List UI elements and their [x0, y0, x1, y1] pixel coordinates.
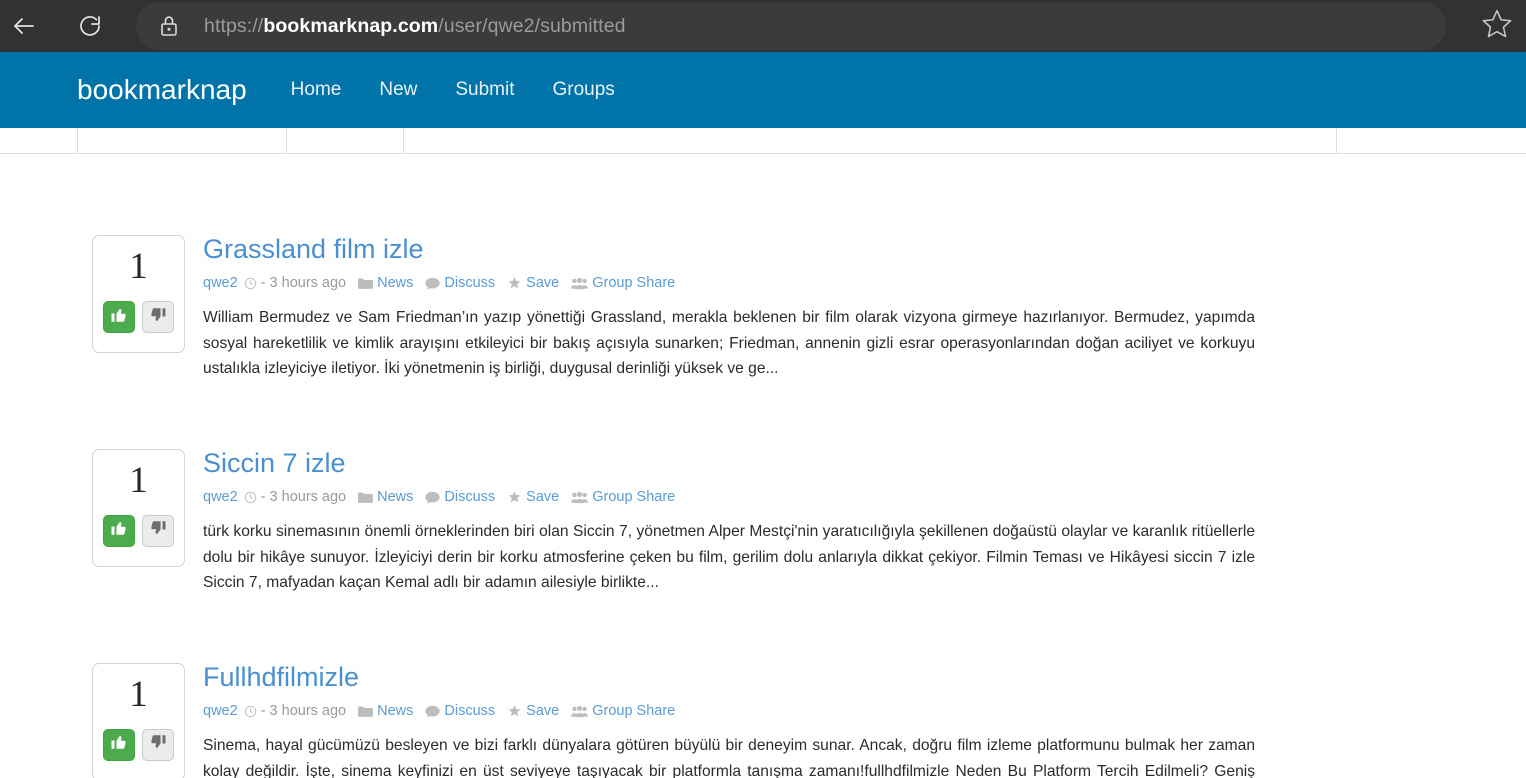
- vote-box: 1: [92, 662, 185, 778]
- star-outline-icon: [1480, 7, 1514, 46]
- star-icon: [507, 276, 522, 290]
- post-list: 1 Grassland film izle qwe2 - 3 hours ago…: [0, 128, 1526, 778]
- post-body: Sinema, hayal gücümüzü besleyen ve bizi …: [203, 737, 1255, 778]
- meta-time: - 3 hours ago: [260, 703, 347, 720]
- main-nav: Home New Submit Groups: [291, 79, 653, 101]
- comment-icon: [425, 491, 441, 504]
- group-users-icon: [571, 277, 589, 290]
- downvote-button[interactable]: [142, 728, 174, 761]
- folder-icon: [358, 705, 374, 718]
- vote-box: 1: [92, 448, 185, 567]
- comment-icon: [425, 277, 441, 290]
- lock-icon: [158, 13, 180, 39]
- thumb-down-icon: [149, 733, 167, 756]
- meta-time: - 3 hours ago: [260, 275, 347, 292]
- group-users-icon: [571, 491, 589, 504]
- group-users-icon: [571, 705, 589, 718]
- post-group-share-link[interactable]: Group Share: [592, 275, 675, 291]
- clock-icon: [244, 491, 257, 504]
- star-icon: [507, 704, 522, 718]
- folder-icon: [358, 277, 374, 290]
- downvote-button[interactable]: [142, 514, 174, 547]
- post-main: Siccin 7 izle qwe2 - 3 hours ago News Di…: [185, 448, 1486, 596]
- folder-icon: [358, 491, 374, 504]
- post-discuss-link[interactable]: Discuss: [444, 703, 495, 719]
- post-item: 1 Fullhdfilmizle qwe2 - 3 hours ago News…: [0, 662, 1526, 778]
- post-save-link[interactable]: Save: [526, 275, 559, 291]
- vote-buttons: [103, 728, 174, 761]
- nav-item-home[interactable]: Home: [291, 79, 342, 101]
- url-text: https://bookmarknap.com/user/qwe2/submit…: [204, 15, 626, 38]
- post-group-share-link[interactable]: Group Share: [592, 703, 675, 719]
- url-scheme: https://: [204, 14, 264, 37]
- upvote-button[interactable]: [103, 514, 135, 547]
- back-button[interactable]: [0, 0, 48, 52]
- post-main: Grassland film izle qwe2 - 3 hours ago N…: [185, 235, 1486, 382]
- vote-count: 1: [129, 673, 148, 715]
- clock-icon: [244, 705, 257, 718]
- brand-logo[interactable]: bookmarknap: [77, 76, 247, 104]
- downvote-button[interactable]: [142, 301, 174, 333]
- reload-icon: [75, 11, 105, 41]
- nav-item-new[interactable]: New: [379, 79, 417, 101]
- browser-chrome: https://bookmarknap.com/user/qwe2/submit…: [0, 0, 1526, 52]
- comment-icon: [425, 705, 441, 718]
- post-title-link[interactable]: Siccin 7 izle: [203, 448, 346, 477]
- upvote-button[interactable]: [103, 728, 135, 761]
- post-meta: qwe2 - 3 hours ago News Discuss Save Gro…: [203, 275, 1486, 291]
- page-content: bookmarknap Home New Submit Groups 1 Gra…: [0, 52, 1526, 778]
- post-author-link[interactable]: qwe2: [203, 703, 238, 719]
- post-meta: qwe2 - 3 hours ago News Discuss Save Gro…: [203, 489, 1486, 505]
- back-arrow-icon: [9, 11, 39, 41]
- post-author-link[interactable]: qwe2: [203, 275, 238, 291]
- thumb-up-icon: [110, 733, 128, 756]
- meta-time: - 3 hours ago: [260, 489, 347, 506]
- nav-item-groups[interactable]: Groups: [553, 79, 615, 101]
- thumb-down-icon: [149, 519, 167, 542]
- post-title-link[interactable]: Grassland film izle: [203, 235, 424, 264]
- post-category-link[interactable]: News: [377, 703, 413, 719]
- vote-buttons: [103, 301, 174, 333]
- upvote-button[interactable]: [103, 301, 135, 333]
- post-title-link[interactable]: Fullhdfilmizle: [203, 662, 359, 691]
- thumb-up-icon: [110, 519, 128, 542]
- url-path: /user/qwe2/submitted: [438, 14, 626, 37]
- site-header: bookmarknap Home New Submit Groups: [0, 52, 1526, 128]
- post-body: William Bermudez ve Sam Friedman’ın yazı…: [203, 309, 1255, 378]
- address-bar[interactable]: https://bookmarknap.com/user/qwe2/submit…: [136, 2, 1446, 50]
- thumb-up-icon: [110, 306, 128, 329]
- vote-count: 1: [129, 246, 148, 287]
- post-meta: qwe2 - 3 hours ago News Discuss Save Gro…: [203, 703, 1486, 719]
- url-host: bookmarknap.com: [263, 14, 439, 37]
- post-category-link[interactable]: News: [377, 275, 413, 291]
- vote-box: 1: [92, 235, 185, 353]
- post-category-link[interactable]: News: [377, 489, 413, 505]
- thumb-down-icon: [149, 306, 167, 329]
- nav-item-submit[interactable]: Submit: [455, 79, 514, 101]
- post-group-share-link[interactable]: Group Share: [592, 489, 675, 505]
- post-save-link[interactable]: Save: [526, 489, 559, 505]
- post-main: Fullhdfilmizle qwe2 - 3 hours ago News D…: [185, 662, 1486, 778]
- vote-buttons: [103, 514, 174, 547]
- post-discuss-link[interactable]: Discuss: [444, 275, 495, 291]
- post-discuss-link[interactable]: Discuss: [444, 489, 495, 505]
- reload-button[interactable]: [66, 0, 114, 52]
- star-icon: [507, 490, 522, 504]
- clock-icon: [244, 277, 257, 290]
- bookmark-star-button[interactable]: [1470, 0, 1524, 52]
- post-item: 1 Siccin 7 izle qwe2 - 3 hours ago News …: [0, 448, 1526, 596]
- post-body: türk korku sinemasının önemli örneklerin…: [203, 523, 1255, 592]
- post-author-link[interactable]: qwe2: [203, 489, 238, 505]
- post-save-link[interactable]: Save: [526, 703, 559, 719]
- post-item: 1 Grassland film izle qwe2 - 3 hours ago…: [0, 235, 1526, 382]
- vote-count: 1: [129, 459, 148, 501]
